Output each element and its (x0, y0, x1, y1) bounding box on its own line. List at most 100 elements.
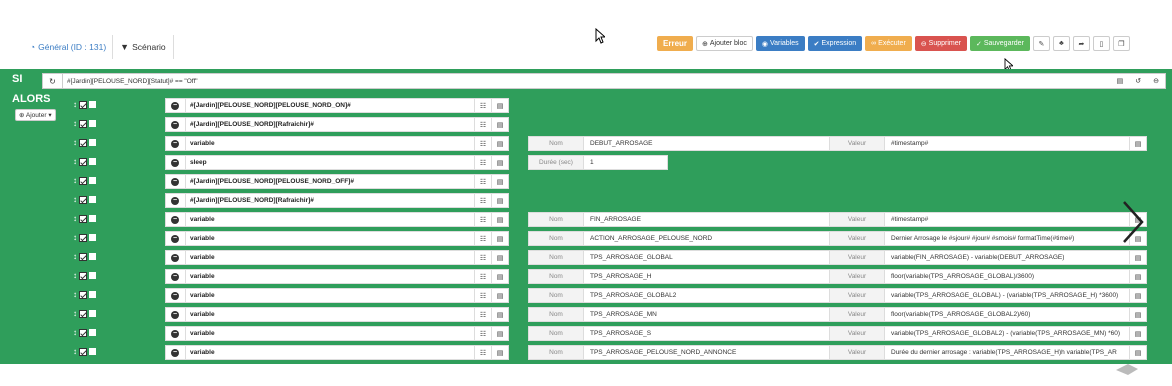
option-name-field[interactable]: Nom TPS_ARROSAGE_PELOUSE_NORD_ANNONCE (528, 345, 868, 360)
execute-button[interactable]: ∞ Exécuter (865, 36, 912, 51)
remove-action-icon[interactable]: − (171, 120, 179, 129)
users-icon[interactable]: ♣ (1052, 36, 1070, 51)
remove-action-icon[interactable]: − (171, 272, 179, 281)
parallel-checkbox[interactable] (89, 253, 96, 260)
option-value-value[interactable]: variable(TPS_ARROSAGE_GLOBAL) - (variabl… (885, 289, 1129, 302)
parallel-checkbox[interactable] (89, 101, 96, 108)
list-icon[interactable]: ☷ (474, 327, 491, 340)
expression-text[interactable]: #[Jardin][PELOUSE_NORD][Rafraichir]# (185, 194, 474, 207)
expression-text[interactable]: variable (185, 289, 474, 302)
expression-field[interactable]: − variable ☷ ▤ (165, 231, 509, 246)
list-icon[interactable]: ▤ (1117, 77, 1124, 85)
duration-field[interactable]: Durée (sec) 1 (528, 155, 668, 170)
table-icon[interactable]: ▤ (1129, 346, 1146, 359)
parallel-checkbox[interactable] (89, 139, 96, 146)
drag-handle[interactable]: ↕ (73, 119, 96, 128)
remove-action-icon[interactable]: − (171, 101, 179, 110)
table-icon[interactable]: ▤ (491, 213, 508, 226)
drag-handle[interactable]: ↕ (73, 214, 96, 223)
drag-handle[interactable]: ↕ (73, 100, 96, 109)
table-icon[interactable]: ▤ (491, 251, 508, 264)
table-icon[interactable]: ▤ (491, 118, 508, 131)
table-icon[interactable]: ▤ (491, 137, 508, 150)
refresh-icon[interactable]: ↻ (43, 74, 63, 88)
list-icon[interactable]: ☷ (474, 346, 491, 359)
enable-checkbox[interactable] (79, 328, 87, 337)
expression-field[interactable]: − #[Jardin][PELOUSE_NORD][PELOUSE_NORD_ON… (165, 98, 509, 113)
parallel-checkbox[interactable] (89, 272, 96, 279)
option-name-value[interactable]: TPS_ARROSAGE_S (584, 327, 867, 340)
table-icon[interactable]: ▤ (1129, 137, 1146, 150)
drag-handle[interactable]: ↕ (73, 176, 96, 185)
option-value-field[interactable]: Valeur #timestamp# ▤ (829, 136, 1147, 151)
enable-checkbox[interactable] (79, 195, 87, 204)
expression-field[interactable]: − variable ☷ ▤ (165, 212, 509, 227)
table-icon[interactable]: ▤ (491, 289, 508, 302)
expression-field[interactable]: − variable ☷ ▤ (165, 136, 509, 151)
option-name-field[interactable]: Nom FIN_ARROSAGE (528, 212, 868, 227)
table-icon[interactable]: ▤ (491, 346, 508, 359)
table-icon[interactable]: ▤ (491, 99, 508, 112)
table-icon[interactable]: ▤ (491, 308, 508, 321)
expression-field[interactable]: − variable ☷ ▤ (165, 288, 509, 303)
expression-button[interactable]: ✔ Expression (807, 36, 863, 51)
parallel-checkbox[interactable] (89, 158, 96, 165)
remove-action-icon[interactable]: − (171, 253, 179, 262)
expression-field[interactable]: − variable ☷ ▤ (165, 345, 509, 360)
option-name-value[interactable]: FIN_ARROSAGE (584, 213, 867, 226)
remove-action-icon[interactable]: − (171, 215, 179, 224)
list-icon[interactable]: ☷ (474, 99, 491, 112)
duration-value[interactable]: 1 (584, 156, 667, 169)
parallel-checkbox[interactable] (89, 329, 96, 336)
enable-checkbox[interactable] (79, 119, 87, 128)
expression-text[interactable]: variable (185, 137, 474, 150)
enable-checkbox[interactable] (79, 290, 87, 299)
save-button[interactable]: ✓ Sauvegarder (969, 36, 1030, 51)
option-name-field[interactable]: Nom TPS_ARROSAGE_GLOBAL (528, 250, 868, 265)
option-name-field[interactable]: Nom ACTION_ARROSAGE_PELOUSE_NORD (528, 231, 868, 246)
expression-field[interactable]: − variable ☷ ▤ (165, 326, 509, 341)
list-icon[interactable]: ☷ (474, 289, 491, 302)
drag-handle[interactable]: ↕ (73, 157, 96, 166)
enable-checkbox[interactable] (79, 309, 87, 318)
tab-general[interactable]: ◔ Général (ID : 131) (24, 35, 114, 59)
option-name-value[interactable]: DEBUT_ARROSAGE (584, 137, 867, 150)
expression-text[interactable]: sleep (185, 156, 474, 169)
condition-field[interactable]: ↻ #[Jardin][PELOUSE_NORD][Statut]# == "O… (42, 73, 1166, 89)
option-value-field[interactable]: Valeur variable(TPS_ARROSAGE_GLOBAL2) - (… (829, 326, 1147, 341)
list-icon[interactable]: ☷ (474, 118, 491, 131)
expression-text[interactable]: variable (185, 251, 474, 264)
option-value-field[interactable]: Valeur variable(FIN_ARROSAGE) - variable(… (829, 250, 1147, 265)
expression-text[interactable]: variable (185, 232, 474, 245)
table-icon[interactable]: ▤ (1129, 327, 1146, 340)
expression-field[interactable]: − #[Jardin][PELOUSE_NORD][Rafraichir]# ☷ ▤ (165, 117, 509, 132)
expression-text[interactable]: variable (185, 308, 474, 321)
list-icon[interactable]: ☷ (474, 213, 491, 226)
remove-icon[interactable]: ⊖ (1153, 77, 1159, 85)
file-icon[interactable]: ▯ (1092, 36, 1110, 51)
expression-field[interactable]: − sleep ☷ ▤ (165, 155, 509, 170)
remove-action-icon[interactable]: − (171, 158, 179, 167)
enable-checkbox[interactable] (79, 100, 87, 109)
option-name-field[interactable]: Nom TPS_ARROSAGE_S (528, 326, 868, 341)
parallel-checkbox[interactable] (89, 177, 96, 184)
list-icon[interactable]: ☷ (474, 194, 491, 207)
enable-checkbox[interactable] (79, 214, 87, 223)
expression-field[interactable]: − variable ☷ ▤ (165, 307, 509, 322)
remove-action-icon[interactable]: − (171, 196, 179, 205)
remove-action-icon[interactable]: − (171, 234, 179, 243)
drag-handle[interactable]: ↕ (73, 328, 96, 337)
table-icon[interactable]: ▤ (491, 194, 508, 207)
list-icon[interactable]: ☷ (474, 156, 491, 169)
expression-text[interactable]: variable (185, 327, 474, 340)
drag-handle[interactable]: ↕ (73, 233, 96, 242)
parallel-checkbox[interactable] (89, 196, 96, 203)
drag-handle[interactable]: ↕ (73, 347, 96, 356)
table-icon[interactable]: ▤ (491, 232, 508, 245)
option-value-value[interactable]: #timestamp# (885, 137, 1129, 150)
scroll-handle[interactable] (1114, 362, 1140, 376)
enable-checkbox[interactable] (79, 157, 87, 166)
chevron-right-icon[interactable] (1120, 200, 1146, 244)
option-name-value[interactable]: TPS_ARROSAGE_PELOUSE_NORD_ANNONCE (584, 346, 867, 359)
option-value-field[interactable]: Valeur floor(variable(TPS_ARROSAGE_GLOBAL… (829, 269, 1147, 284)
